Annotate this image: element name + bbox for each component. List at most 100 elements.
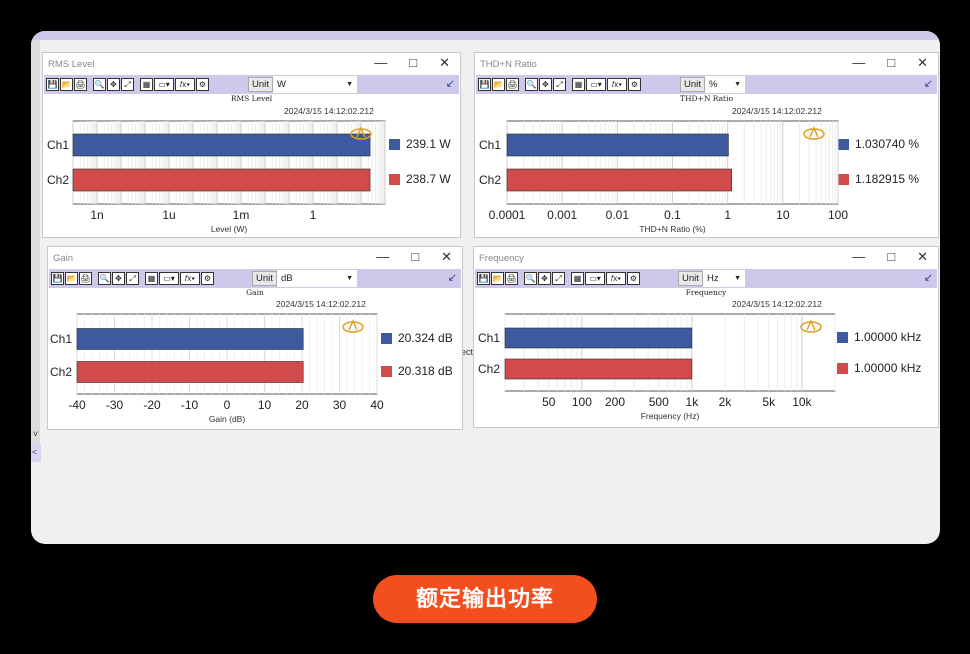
toolbar-icons: 💾 📂 🖨 🔍 ✥ ⤢ ▦ ▭▾ 𝑓x▾ ⚙ [51,272,214,285]
minimize-icon[interactable]: — [852,250,865,264]
export-icon[interactable]: ↙ [446,77,455,90]
toolbar-icons: 💾 📂 🖨 🔍 ✥ ⤢ ▦ ▭▾ 𝑓x▾ ⚙ [478,78,641,91]
save-icon[interactable]: 💾 [478,78,491,91]
function-icon[interactable]: 𝑓x▾ [175,78,195,91]
fit-icon[interactable]: ⤢ [553,78,566,91]
chart-toolbar: 💾 📂 🖨 🔍 ✥ ⤢ ▦ ▭▾ 𝑓x▾ ⚙ Unit W ▼ ↙ [44,75,459,94]
zoom-icon[interactable]: 🔍 [524,272,537,285]
print-icon[interactable]: 🖨 [505,272,518,285]
pan-icon[interactable]: ✥ [107,78,120,91]
close-icon[interactable]: ✕ [917,56,928,70]
settings-icon[interactable]: ⚙ [628,78,641,91]
legend-value: 1.00000 kHz [854,330,922,344]
pan-icon[interactable]: ✥ [539,78,552,91]
legend-value: 239.1 W [406,137,451,151]
print-icon[interactable]: 🖨 [506,78,519,91]
settings-icon[interactable]: ⚙ [201,272,214,285]
legend-item-ch1: 1.030740 % [838,137,919,151]
display-icon[interactable]: ▭▾ [585,272,605,285]
dropdown-icon: ▼ [346,275,353,282]
maximize-icon[interactable]: □ [411,250,419,264]
table-icon[interactable]: ▦ [572,78,585,91]
pan-icon[interactable]: ✥ [538,272,551,285]
title-bar[interactable]: Frequency — □ ✕ [474,247,938,269]
print-icon[interactable]: 🖨 [74,78,87,91]
pan-icon[interactable]: ✥ [112,272,125,285]
open-icon[interactable]: 📂 [492,78,505,91]
close-icon[interactable]: ✕ [441,250,452,264]
unit-select[interactable]: % ▼ [705,76,745,93]
legend-value: 20.318 dB [398,364,453,378]
table-icon[interactable]: ▦ [145,272,158,285]
table-icon[interactable]: ▦ [140,78,153,91]
minimize-icon[interactable]: — [376,250,389,264]
legend-item-ch1: 20.324 dB [381,331,453,345]
legend-item-ch2: 20.318 dB [381,364,453,378]
legend-item-ch2: 1.00000 kHz [837,361,921,375]
title-bar[interactable]: THD+N Ratio — □ ✕ [475,53,938,75]
display-icon[interactable]: ▭▾ [586,78,606,91]
fit-icon[interactable]: ⤢ [552,272,565,285]
maximize-icon[interactable]: □ [887,56,895,70]
open-icon[interactable]: 📂 [65,272,78,285]
left-scrollbar[interactable] [31,40,40,460]
minimize-icon[interactable]: — [374,56,387,70]
unit-select[interactable]: Hz ▼ [703,270,745,287]
legend-item-ch1: 239.1 W [389,137,451,151]
chart-timestamp: 2024/3/15 14:12:02.212 [732,106,822,116]
unit-label: Unit [248,77,273,92]
function-icon[interactable]: 𝑓x▾ [606,272,626,285]
chart-title: Gain [246,288,264,297]
print-icon[interactable]: 🖨 [79,272,92,285]
window-title: RMS Level [48,59,95,70]
legend-value: 1.030740 % [855,137,920,151]
legend-item-ch2: 238.7 W [389,172,451,186]
save-icon[interactable]: 💾 [477,272,490,285]
display-icon[interactable]: ▭▾ [154,78,174,91]
unit-value: Hz [707,273,719,284]
unit-label: Unit [678,271,703,286]
export-icon[interactable]: ↙ [924,271,933,284]
chart-toolbar: 💾 📂 🖨 🔍 ✥ ⤢ ▦ ▭▾ 𝑓x▾ ⚙ Unit dB ▼ ↙ [49,269,461,288]
close-icon[interactable]: ✕ [439,56,450,70]
open-icon[interactable]: 📂 [491,272,504,285]
unit-label: Unit [680,77,705,92]
settings-icon[interactable]: ⚙ [627,272,640,285]
close-icon[interactable]: ✕ [917,250,928,264]
chart-title: RMS Level [230,94,273,103]
table-icon[interactable]: ▦ [571,272,584,285]
unit-select[interactable]: W ▼ [273,76,357,93]
function-icon[interactable]: 𝑓x▾ [180,272,200,285]
zoom-icon[interactable]: 🔍 [525,78,538,91]
open-icon[interactable]: 📂 [60,78,73,91]
window-title: Gain [53,253,74,264]
title-bar[interactable]: Gain — □ ✕ [48,247,462,269]
export-icon[interactable]: ↙ [448,271,457,284]
side-tab[interactable]: < [31,444,41,462]
title-bar[interactable]: RMS Level — □ ✕ [43,53,460,75]
function-icon[interactable]: 𝑓x▾ [607,78,627,91]
legend-value: 238.7 W [406,172,451,186]
unit-value: % [709,79,718,90]
scroll-down-icon[interactable]: ˅ [31,429,40,439]
fit-icon[interactable]: ⤢ [126,272,139,285]
save-icon[interactable]: 💾 [51,272,64,285]
legend-swatch [381,365,392,377]
settings-icon[interactable]: ⚙ [196,78,209,91]
fit-icon[interactable]: ⤢ [121,78,134,91]
chart-title: THD+N Ratio [679,94,733,103]
zoom-icon[interactable]: 🔍 [98,272,111,285]
maximize-icon[interactable]: □ [409,56,417,70]
maximize-icon[interactable]: □ [887,250,895,264]
minimize-icon[interactable]: — [852,56,865,70]
legend-swatch [838,173,849,185]
save-icon[interactable]: 💾 [46,78,59,91]
dropdown-icon: ▼ [346,81,353,88]
unit-select[interactable]: dB ▼ [277,270,357,287]
export-icon[interactable]: ↙ [924,77,933,90]
window-title: Frequency [479,253,524,264]
zoom-icon[interactable]: 🔍 [93,78,106,91]
footer-caption: 额定输出功率 [373,575,597,623]
chevron-left-icon: < [32,447,38,457]
display-icon[interactable]: ▭▾ [159,272,179,285]
